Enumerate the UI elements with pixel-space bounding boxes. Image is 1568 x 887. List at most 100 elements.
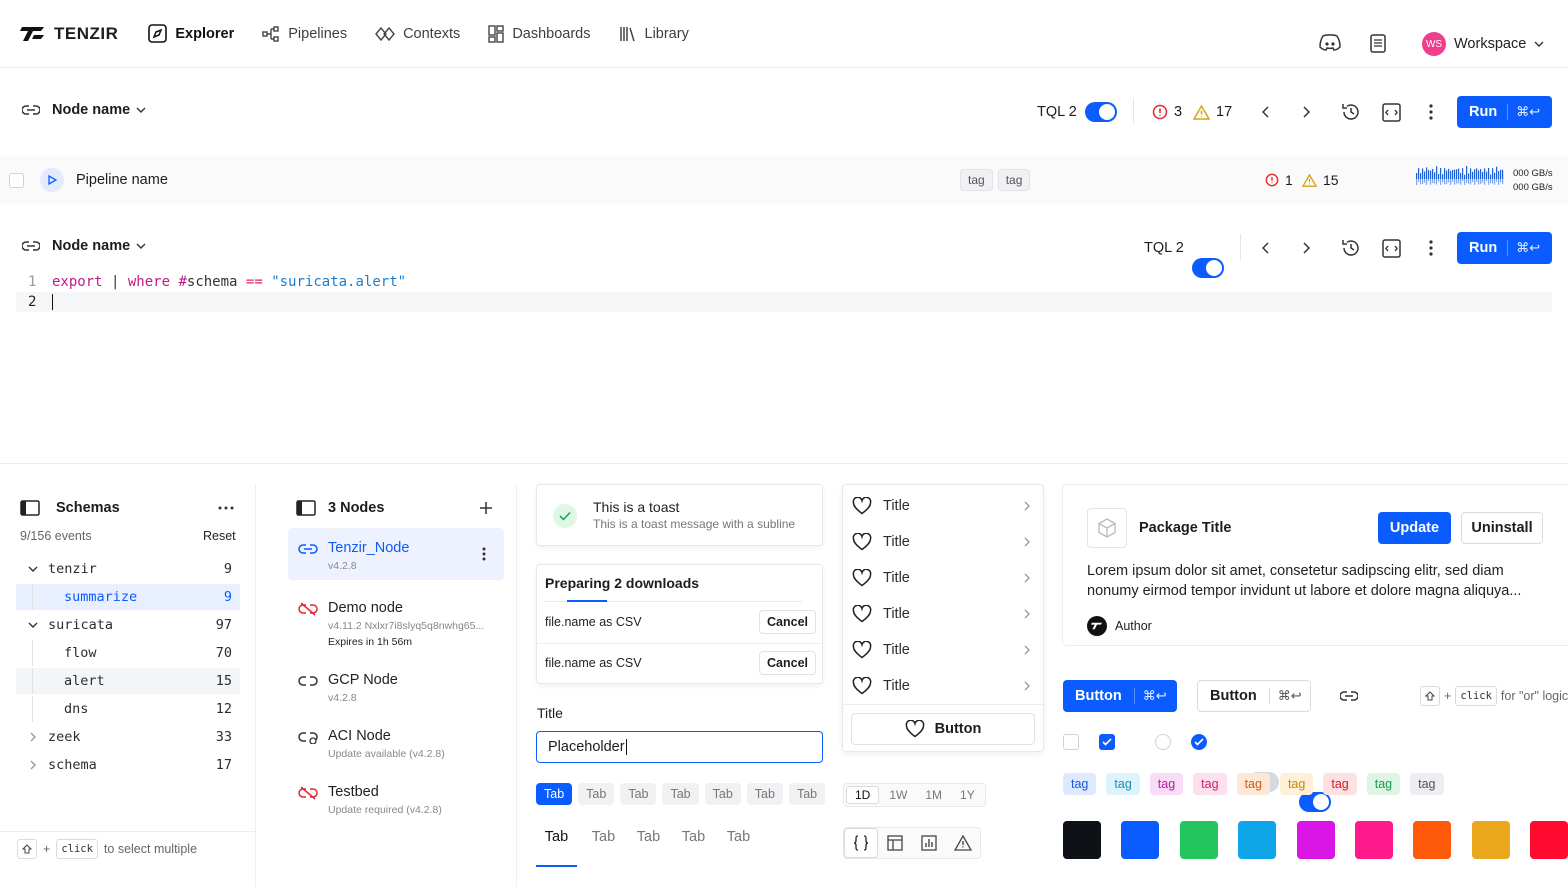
color-swatch[interactable] [1063,821,1101,859]
chevron-right-icon[interactable] [28,760,38,770]
more-vertical-icon[interactable] [482,547,486,561]
color-swatch[interactable] [1238,821,1277,859]
color-tag[interactable]: tag [1236,773,1270,795]
chevron-left-icon[interactable] [1262,242,1270,254]
color-tag[interactable]: tag [1279,773,1314,795]
node-item[interactable]: Demo node v4.11.2 Nxlxr7i8slyq5q8nwhg65..… [288,588,504,652]
node-item[interactable]: Tenzir_Node v4.2.8 [288,528,504,580]
title-input[interactable]: Placeholder [536,731,823,763]
underline-tab[interactable]: Tab [581,829,626,845]
color-tag[interactable]: tag [1323,773,1357,795]
run-button[interactable]: Run ⌘↩ [1457,96,1552,128]
chevron-right-icon[interactable] [1302,106,1310,118]
history-icon[interactable] [1341,238,1361,258]
switch-on[interactable] [1299,792,1331,812]
schema-row[interactable]: suricata 97 [16,612,240,638]
list-item[interactable]: Title [852,596,1036,632]
pipeline-tag[interactable]: tag [997,169,1031,191]
list-item[interactable]: Title [852,668,1036,704]
pipeline-warning-count[interactable]: 15 [1302,172,1339,188]
download-cancel-button[interactable]: Cancel [759,651,816,675]
color-swatch[interactable] [1530,821,1568,859]
list-item[interactable]: Title [852,560,1036,596]
checkbox-checked[interactable] [1099,734,1115,750]
schemas-reset-button[interactable]: Reset [203,529,236,543]
schema-row[interactable]: alert 15 [16,668,240,694]
color-tag[interactable]: tag [1149,773,1184,795]
schema-row[interactable]: summarize 9 [16,584,240,610]
color-tag[interactable]: tag [1193,773,1227,795]
download-cancel-button[interactable]: Cancel [759,610,816,634]
list-action-button[interactable]: Button [851,713,1035,745]
workspace-menu[interactable]: WS Workspace [1422,32,1544,56]
schema-row[interactable]: flow 70 [16,640,240,666]
code-preview-icon[interactable] [1382,239,1401,258]
nav-dashboards[interactable]: Dashboards [488,24,591,43]
code-preview-icon[interactable] [1382,103,1401,122]
range-option[interactable]: 1Y [952,786,983,804]
color-swatch[interactable] [1471,821,1510,859]
schema-row[interactable]: dns 12 [16,696,240,722]
table-view-button[interactable] [878,828,912,858]
discord-button[interactable] [1318,33,1342,53]
json-view-button[interactable] [844,828,878,858]
radio-checked[interactable] [1191,734,1207,750]
brand[interactable]: TENZIR [20,24,118,44]
more-vertical-icon[interactable] [1429,104,1433,120]
chevron-right-icon[interactable] [1302,242,1310,254]
more-vertical-icon[interactable] [1429,240,1433,256]
radio-unchecked[interactable] [1155,734,1171,750]
color-swatch[interactable] [1121,821,1160,859]
link-icon[interactable] [1340,691,1358,701]
chart-view-button[interactable] [912,828,946,858]
range-option[interactable]: 1D [846,786,880,804]
node-item[interactable]: Testbed Update required (v4.2.8) [288,772,504,824]
primary-button[interactable]: Button ⌘↩ [1063,680,1177,712]
pipeline-error-count[interactable]: 1 [1265,172,1293,188]
pill-tab[interactable]: Tab [620,783,657,805]
package-uninstall-button[interactable]: Uninstall [1461,512,1543,544]
list-item[interactable]: Title [852,488,1036,524]
checkbox-unchecked[interactable] [1063,734,1079,750]
add-icon[interactable] [479,501,493,515]
nav-library[interactable]: Library [619,25,689,43]
nav-pipelines[interactable]: Pipelines [262,25,347,43]
chevron-down-icon[interactable] [28,564,38,574]
more-horizontal-icon[interactable] [218,506,234,510]
chevron-right-icon[interactable] [28,732,38,742]
pill-tab[interactable]: Tab [536,783,573,805]
sidebar-toggle-icon[interactable] [296,500,316,516]
tql-toggle[interactable] [1085,102,1117,122]
docs-button[interactable] [1370,34,1386,53]
node-item[interactable]: ACI Node Update available (v4.2.8) [288,716,504,768]
range-option[interactable]: 1M [917,786,950,804]
node-item[interactable]: GCP Node v4.2.8 [288,660,504,712]
pill-tab[interactable]: Tab [662,783,699,805]
sidebar-toggle-icon[interactable] [20,500,40,516]
package-author[interactable]: Author [1087,616,1152,636]
pill-tab[interactable]: Tab [788,783,826,805]
node-selector[interactable]: Node name [22,102,146,118]
underline-tab[interactable]: Tab [626,829,671,845]
schema-row[interactable]: zeek 33 [16,724,240,750]
color-swatch[interactable] [1413,821,1452,859]
pill-tab[interactable]: Tab [704,783,741,805]
color-swatch[interactable] [1179,821,1218,859]
schema-row[interactable]: tenzir 9 [16,556,240,582]
history-icon[interactable] [1341,102,1361,122]
color-swatch[interactable] [1296,821,1335,859]
range-option[interactable]: 1W [881,786,915,804]
code-editor[interactable]: 1 export | where # schema == "suricata.ale… [16,272,1552,312]
list-item[interactable]: Title [852,524,1036,560]
color-tag[interactable]: tag [1366,773,1401,795]
nav-contexts[interactable]: Contexts [375,26,460,42]
list-item[interactable]: Title [852,632,1036,668]
pipeline-play-button[interactable] [40,168,64,192]
secondary-button[interactable]: Button ⌘↩ [1197,680,1311,712]
diagnostics-view-button[interactable] [946,828,980,858]
package-update-button[interactable]: Update [1378,512,1451,544]
color-tag[interactable]: tag [1410,773,1444,795]
color-tag[interactable]: tag [1063,773,1097,795]
color-swatch[interactable] [1355,821,1393,859]
color-tag[interactable]: tag [1106,773,1140,795]
